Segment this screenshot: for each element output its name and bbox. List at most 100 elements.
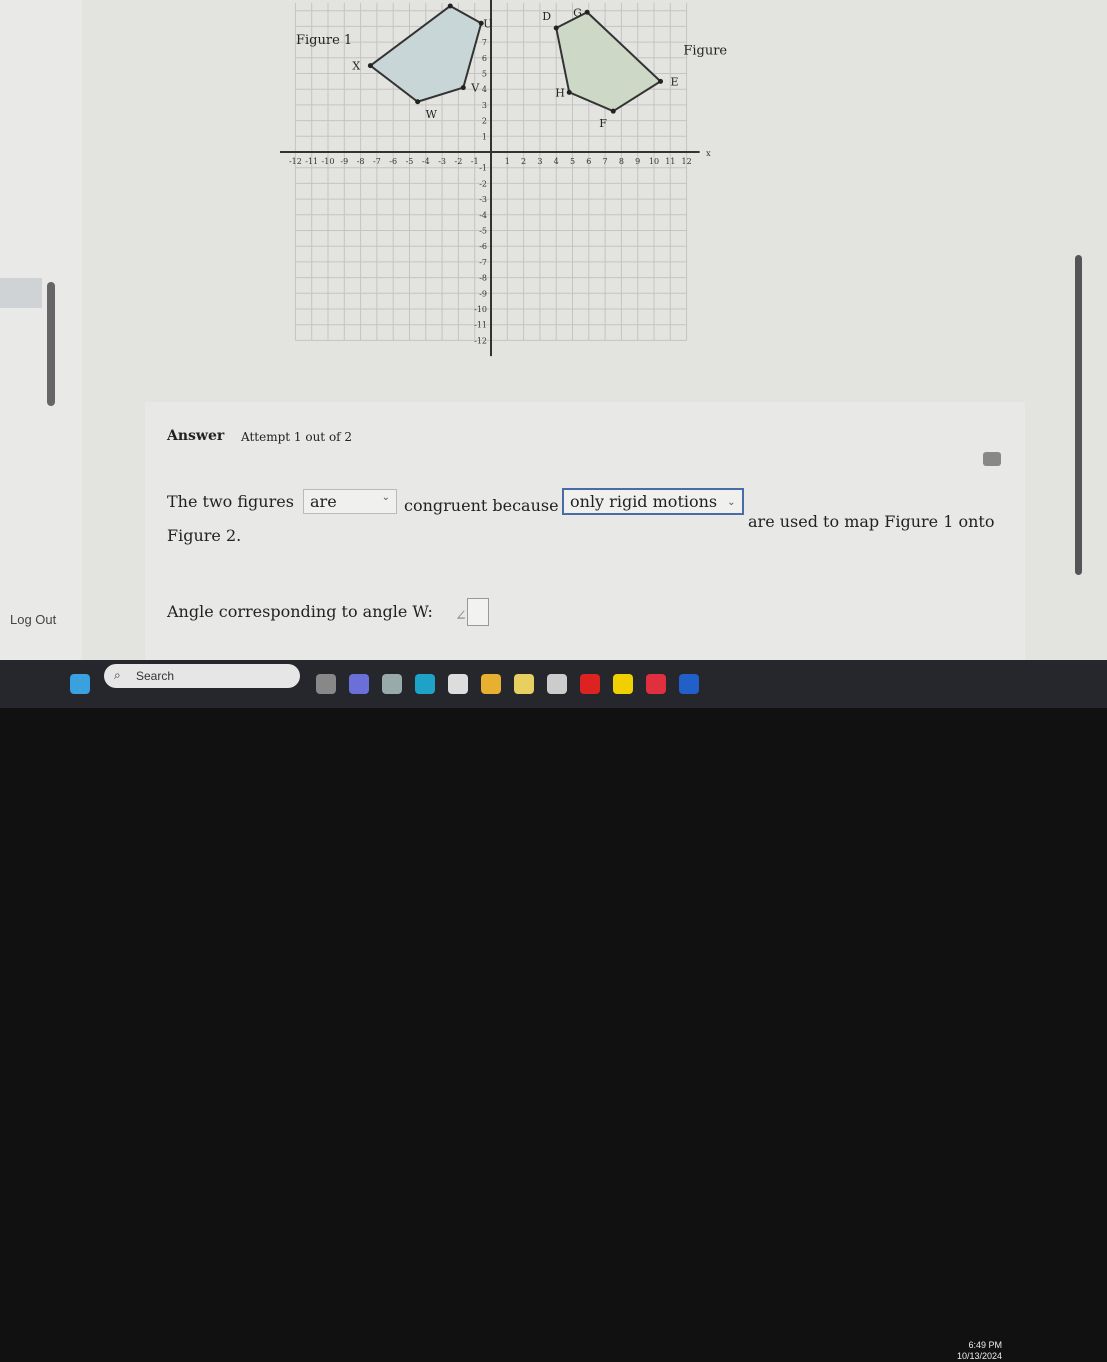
vertex-point (658, 78, 664, 84)
x-tick-label: -2 (455, 157, 463, 166)
page-scrollbar[interactable] (1075, 255, 1082, 575)
netflix-icon[interactable] (580, 674, 600, 694)
y-tick-label: -12 (474, 336, 487, 345)
settings-icon[interactable] (382, 674, 402, 694)
figure-label: Figure 2 (683, 44, 730, 59)
chevron-down-icon: ⌄ (381, 492, 390, 503)
date: 10/13/2024 (957, 1351, 1003, 1361)
y-tick-label: 6 (482, 54, 487, 63)
file-explorer-icon[interactable] (316, 674, 336, 694)
x-tick-label: -3 (438, 157, 446, 166)
snapchat-icon[interactable] (613, 674, 633, 694)
x-tick-label: 6 (586, 157, 591, 166)
x-tick-label: 4 (554, 157, 559, 166)
vertex-label: D (542, 10, 551, 23)
search-icon: ⌕ (114, 668, 121, 682)
browser-screen: Log Out x -12 -11 -10 -9 -8 -7 -6 -5 -4 -3 -2 -1 1 2 3 4… (0, 0, 1107, 662)
answer-card: Answer Attempt 1 out of 2 The two figure… (145, 402, 1025, 660)
x-tick-label: 5 (570, 157, 575, 166)
x-tick-label: 3 (537, 157, 542, 166)
x-tick-label: -11 (305, 157, 318, 166)
x-tick-label: 10 (649, 157, 659, 166)
sidebar: Log Out (0, 0, 82, 662)
vertex-label: X (352, 60, 360, 73)
x-tick-label: 8 (619, 157, 624, 166)
y-tick-label: -3 (479, 195, 487, 204)
answer-heading: Answer (167, 428, 225, 444)
store-icon[interactable] (448, 674, 468, 694)
chevron-down-icon: ⌄ (727, 497, 736, 508)
select-value: are (310, 492, 337, 511)
vertex-point (553, 25, 559, 31)
y-tick-label: -11 (474, 321, 487, 330)
x-tick-label: -9 (340, 157, 348, 166)
coordinate-graph: x-12 -11 -10 -9 -8 -7 -6 -5 -4 -3 -2 -1 1 2 3 4 5 6 7 8 9 10 1… (280, 0, 730, 357)
teams-icon[interactable] (349, 674, 369, 694)
sidebar-tab[interactable] (0, 278, 42, 308)
x-tick-label: -5 (406, 157, 414, 166)
y-tick-label: 3 (482, 101, 487, 110)
vertex-label: G (573, 6, 582, 19)
y-tick-label: -2 (479, 179, 487, 188)
vertex-label: U (483, 17, 492, 30)
y-tick-label: 1 (482, 132, 487, 141)
folder-icon[interactable] (481, 674, 501, 694)
figure-polygon (555, 11, 663, 113)
notes-icon[interactable] (514, 674, 534, 694)
music-icon[interactable] (646, 674, 666, 694)
x-tick-label: -8 (357, 157, 365, 166)
angle-prompt: Angle corresponding to angle W: (167, 602, 433, 621)
y-tick-label: 4 (482, 85, 487, 94)
vertex-label: V (470, 82, 480, 95)
select-value: only rigid motions (570, 492, 718, 511)
x-tick-label: -12 (289, 157, 302, 166)
congruence-select[interactable]: are ⌄ (303, 489, 397, 514)
x-tick-label: 1 (505, 157, 510, 166)
search-label: Search (136, 669, 175, 683)
angle-answer-input[interactable] (467, 598, 489, 626)
sentence-end: are used to map Figure 1 onto (748, 512, 995, 531)
x-tick-label: -6 (389, 157, 397, 166)
y-tick-label: 2 (482, 117, 487, 126)
x-tick-label: 11 (665, 157, 675, 166)
files-icon[interactable] (547, 674, 567, 694)
x-axis-label: x (706, 149, 711, 158)
vertex-point (367, 63, 373, 69)
vertex-point (566, 89, 572, 95)
figure-label: Figure 1 (296, 33, 352, 48)
angle-symbol: ∠ (455, 608, 467, 624)
y-tick-label: 7 (482, 38, 487, 47)
x-tick-label: 12 (682, 157, 692, 166)
time: 6:49 PM (968, 1340, 1003, 1350)
x-tick-label: -4 (422, 157, 430, 166)
y-tick-label: -5 (479, 227, 487, 236)
x-tick-label: -10 (322, 157, 335, 166)
app-icon[interactable] (679, 674, 699, 694)
attempt-count: Attempt 1 out of 2 (241, 430, 353, 444)
edge-icon[interactable] (415, 674, 435, 694)
reason-select[interactable]: only rigid motions ⌄ (562, 488, 744, 515)
keyboard-icon[interactable] (983, 452, 1001, 466)
windows-start-icon[interactable] (70, 674, 90, 694)
vertex-point (447, 3, 453, 9)
vertex-point (584, 9, 590, 15)
sentence-middle: congruent because (404, 496, 559, 515)
system-clock[interactable]: 6:49 PM 10/13/2024 (957, 1340, 1002, 1362)
y-tick-label: -10 (474, 305, 487, 314)
vertex-point (415, 99, 421, 105)
y-tick-label: -4 (479, 211, 487, 220)
y-tick-label: -8 (479, 274, 487, 283)
sentence-start: The two figures (167, 492, 294, 511)
vertex-label: H (555, 86, 565, 99)
x-tick-label: -7 (373, 157, 381, 166)
x-tick-label: -1 (471, 157, 479, 166)
x-tick-label: 7 (603, 157, 608, 166)
y-tick-label: -9 (479, 289, 487, 298)
vertex-point (460, 85, 466, 91)
taskbar-search[interactable]: ⌕ Search (104, 664, 300, 688)
y-tick-label: -1 (479, 164, 487, 173)
logout-link[interactable]: Log Out (10, 612, 56, 627)
sidebar-scrollbar[interactable] (47, 282, 55, 406)
y-tick-label: 5 (482, 70, 487, 79)
vertex-point (610, 108, 616, 114)
